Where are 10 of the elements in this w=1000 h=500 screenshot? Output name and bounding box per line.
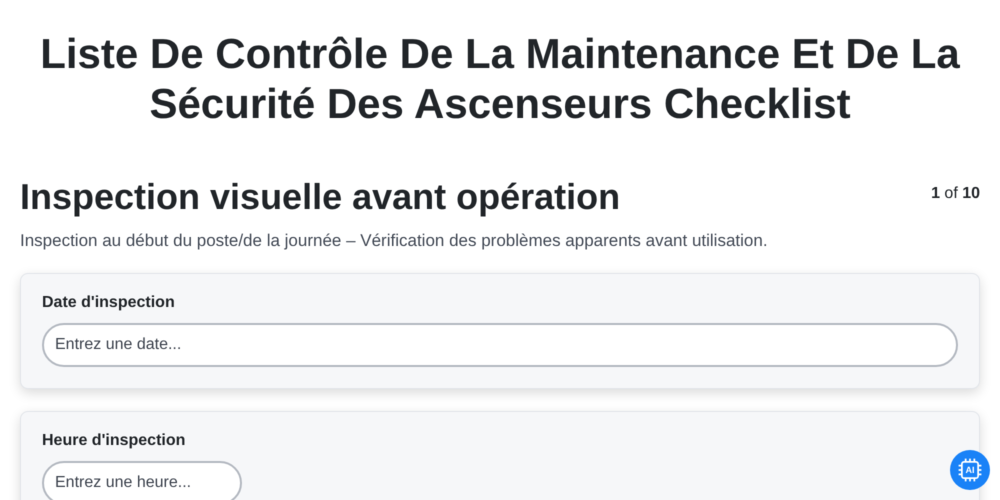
field-label: Date d'inspection: [42, 294, 176, 312]
checklist-title: Liste De Contrôle De La Maintenance Et De La Sécurité Des Ascenseurs Checklist: [40, 29, 960, 129]
ai-label: AI: [966, 465, 974, 475]
field-label: Heure d'inspection: [42, 432, 186, 450]
section-description: Inspection au début du poste/de la journée – Vérification des problèmes apparents avant utilisation.: [20, 231, 769, 251]
section-heading: Inspection visuelle avant opération: [20, 175, 620, 219]
time-field[interactable]: Entrez une heure...: [42, 461, 242, 500]
chip-icon: [957, 457, 983, 483]
page-counter: 1 of 10: [931, 185, 980, 203]
date-field[interactable]: Entrez une date...: [42, 323, 958, 367]
